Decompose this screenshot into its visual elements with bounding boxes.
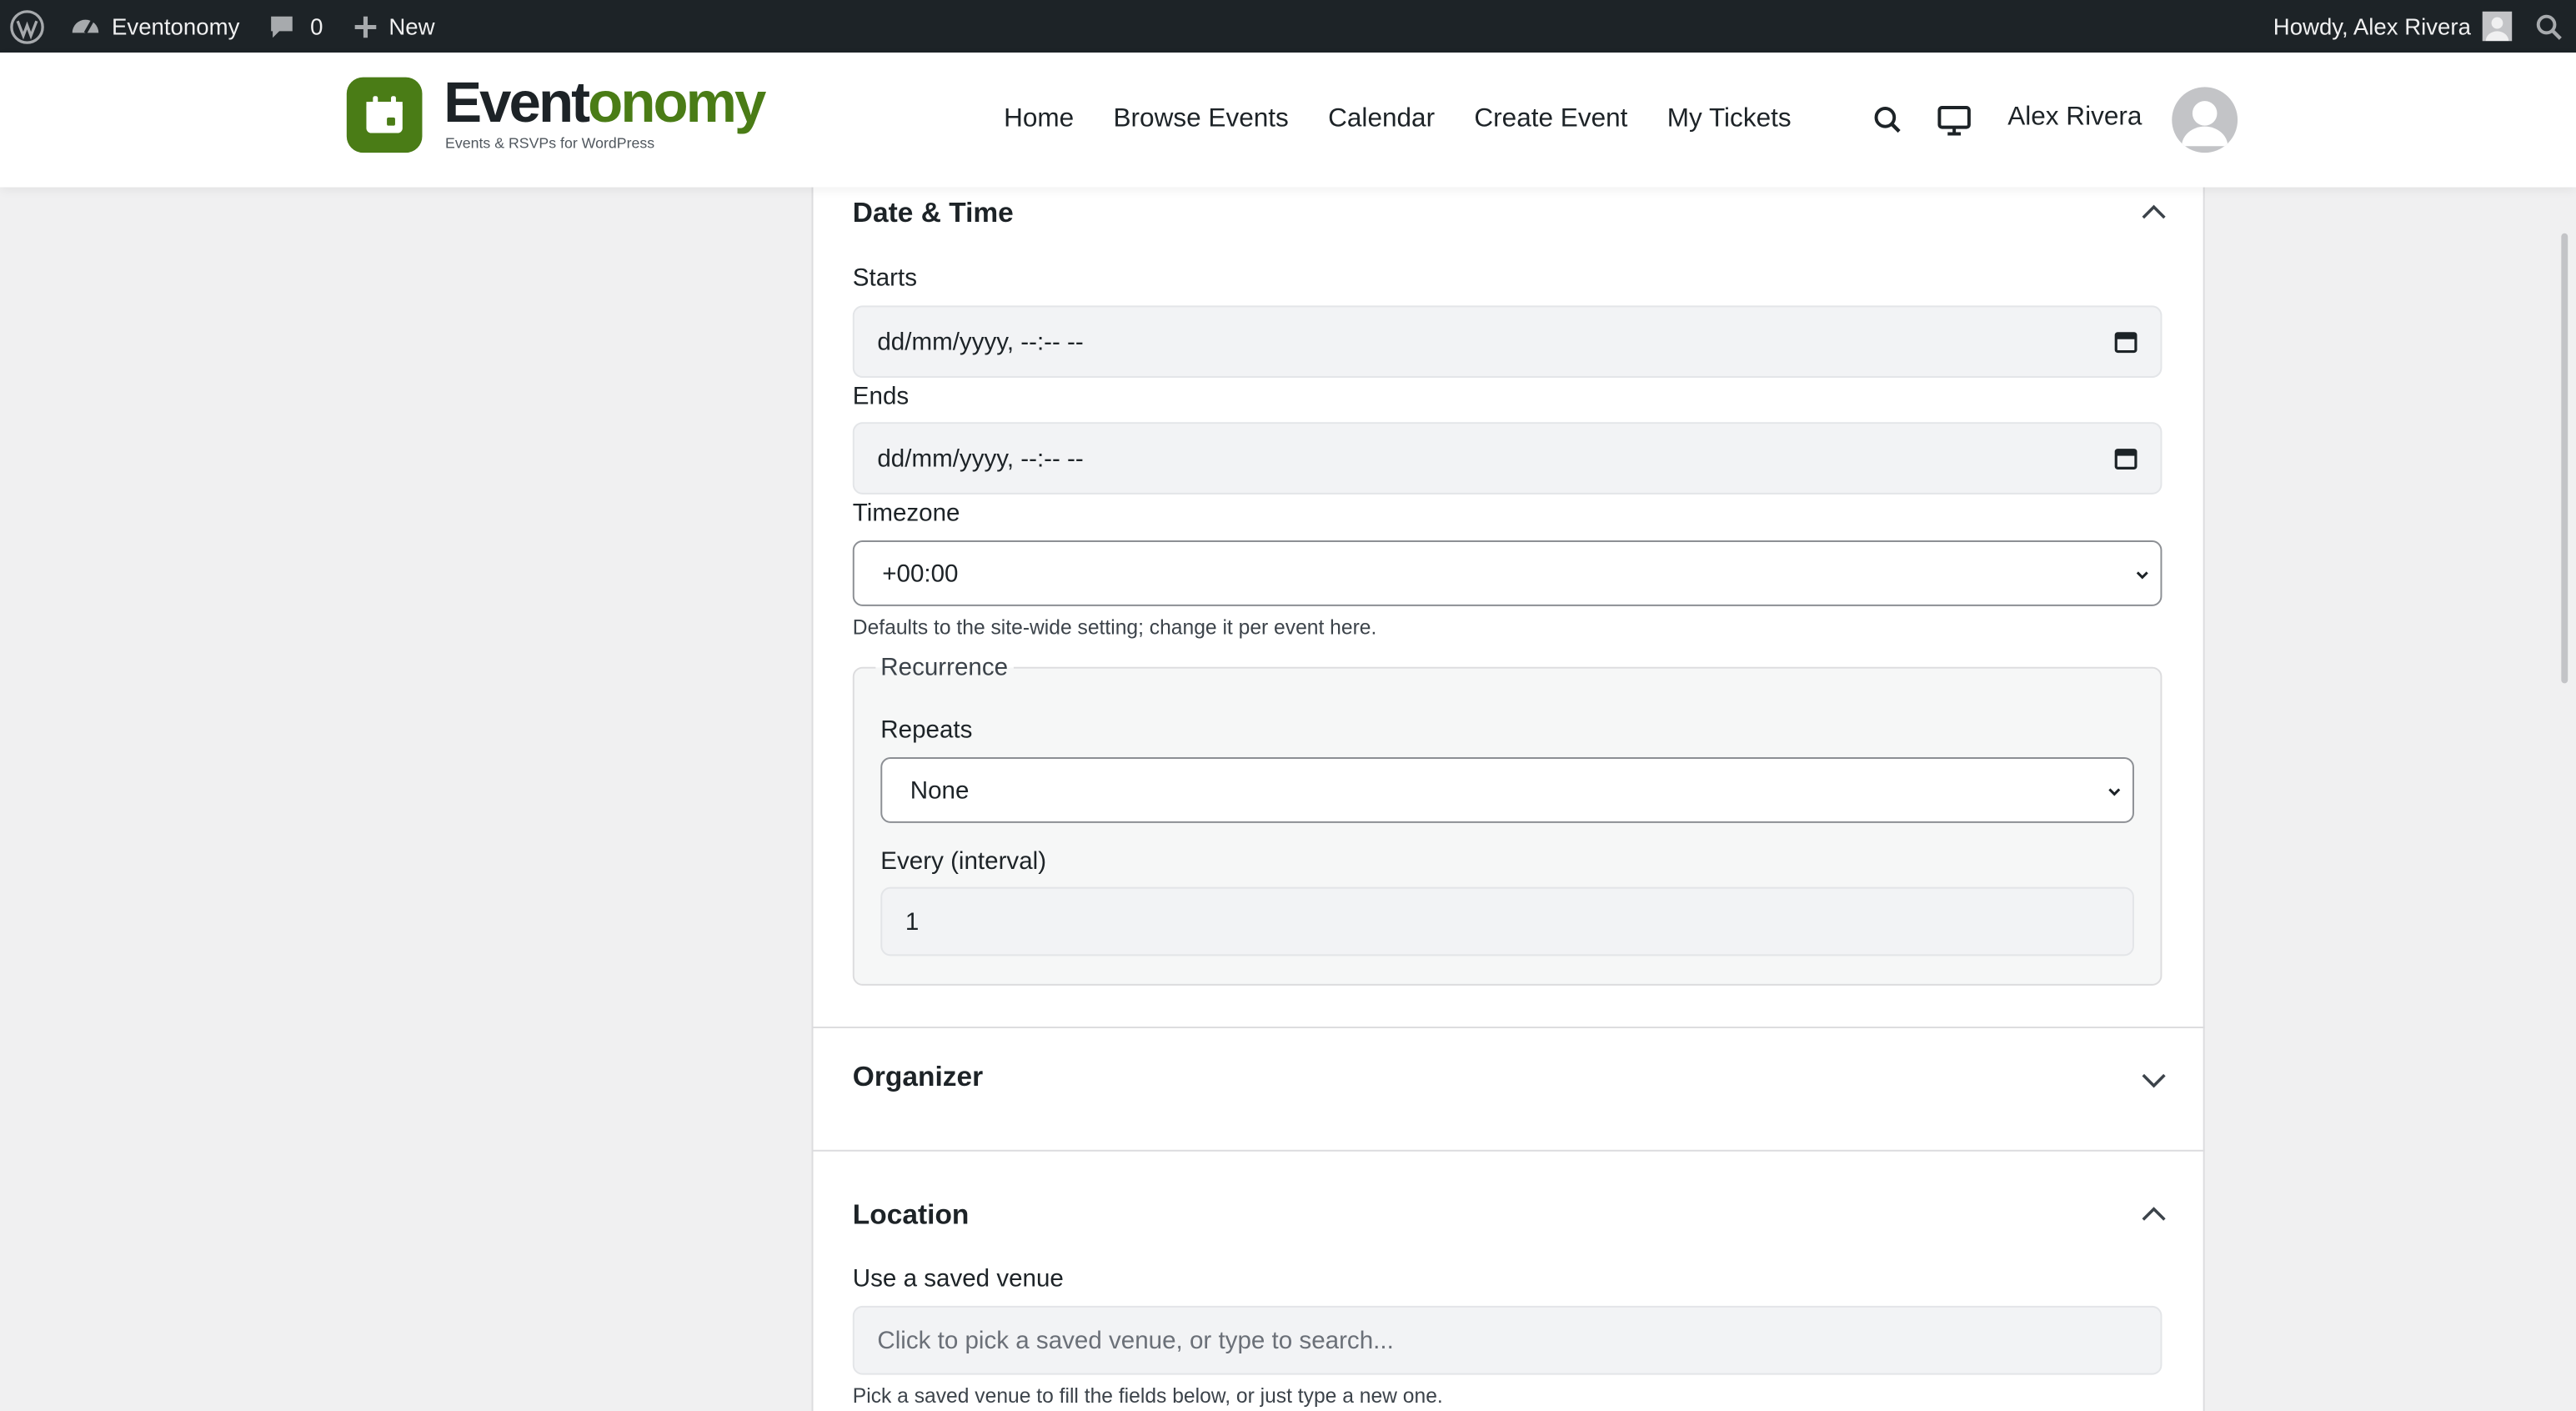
- saved-venue-label: Use a saved venue: [852, 1264, 1064, 1293]
- saved-venue-placeholder: Click to pick a saved venue, or type to …: [877, 1326, 1394, 1355]
- search-icon[interactable]: [2535, 13, 2563, 40]
- chevron-down-icon: [2106, 781, 2122, 808]
- site-name-link[interactable]: Eventonomy: [71, 0, 240, 53]
- starts-value: dd/mm/yyyy, --:-- --: [877, 327, 1084, 356]
- timezone-label: Timezone: [852, 499, 960, 528]
- calendar-picker-icon[interactable]: [2114, 447, 2137, 476]
- admin-avatar: [2482, 11, 2513, 42]
- date-time-section-title[interactable]: Date & Time: [853, 197, 1014, 229]
- saved-venue-help-text: Pick a saved venue to fill the fields be…: [852, 1384, 1443, 1408]
- logo-text-part1: Event: [444, 70, 590, 135]
- repeats-select[interactable]: None: [880, 757, 2134, 823]
- main-nav: Home Browse Events Calendar Create Event…: [1004, 53, 1831, 188]
- comment-icon: [269, 14, 294, 39]
- saved-venue-search-input[interactable]: Click to pick a saved venue, or type to …: [852, 1305, 2163, 1375]
- starts-datetime-input[interactable]: dd/mm/yyyy, --:-- --: [852, 305, 2163, 379]
- nav-create-event[interactable]: Create Event: [1474, 105, 1627, 134]
- nav-my-tickets[interactable]: My Tickets: [1667, 105, 1792, 134]
- starts-label: Starts: [852, 264, 918, 293]
- new-content-link[interactable]: New: [353, 0, 435, 53]
- chevron-up-icon[interactable]: [2141, 198, 2168, 228]
- interval-value: 1: [905, 907, 920, 936]
- calendar-picker-icon[interactable]: [2114, 330, 2137, 359]
- logo-text-part2: onomy: [588, 70, 766, 135]
- comments-link[interactable]: 0: [269, 0, 323, 53]
- dashboard-icon: [71, 13, 100, 40]
- organizer-section-title[interactable]: Organizer: [853, 1061, 983, 1093]
- section-divider: [811, 1027, 2205, 1029]
- chevron-down-icon[interactable]: [2141, 1067, 2168, 1097]
- repeats-label: Repeats: [880, 716, 973, 745]
- nav-calendar[interactable]: Calendar: [1328, 105, 1435, 134]
- ends-label: Ends: [852, 382, 910, 411]
- interval-label: Every (interval): [880, 847, 1047, 876]
- chevron-up-icon[interactable]: [2141, 1201, 2168, 1230]
- new-label: New: [388, 13, 435, 40]
- user-avatar[interactable]: [2172, 87, 2238, 153]
- location-section-title[interactable]: Location: [853, 1199, 970, 1232]
- header-search-icon[interactable]: [1873, 105, 1902, 143]
- page-canvas: Eventonomy 0 New Howdy, Alex Rivera Even…: [0, 0, 2576, 1411]
- ends-datetime-input[interactable]: dd/mm/yyyy, --:-- --: [852, 422, 2163, 495]
- repeats-value: None: [910, 776, 970, 805]
- calendar-logo-icon[interactable]: [346, 77, 423, 153]
- timezone-select[interactable]: +00:00: [852, 540, 2163, 606]
- recurrence-legend: Recurrence: [875, 653, 1014, 682]
- comments-count: 0: [310, 13, 323, 40]
- site-logo-text[interactable]: Eventonomy: [444, 70, 766, 135]
- ends-value: dd/mm/yyyy, --:-- --: [877, 444, 1084, 473]
- monitor-icon[interactable]: [1937, 105, 1971, 144]
- page-scrollbar[interactable]: [2561, 233, 2568, 684]
- site-tagline: Events & RSVPs for WordPress: [445, 134, 655, 152]
- site-name-text: Eventonomy: [112, 13, 240, 40]
- site-header: Eventonomy Events & RSVPs for WordPress …: [0, 53, 2576, 188]
- wp-admin-bar: Eventonomy 0 New Howdy, Alex Rivera: [0, 0, 2576, 53]
- nav-browse-events[interactable]: Browse Events: [1114, 105, 1289, 134]
- plus-icon: [353, 14, 378, 39]
- my-account-link[interactable]: Howdy, Alex Rivera: [2273, 0, 2513, 53]
- chevron-down-icon: [2134, 564, 2151, 591]
- header-user-name[interactable]: Alex Rivera: [2007, 103, 2142, 133]
- timezone-help-text: Defaults to the site-wide setting; chang…: [852, 615, 1377, 640]
- wordpress-logo-icon[interactable]: [10, 9, 44, 43]
- howdy-text: Howdy, Alex Rivera: [2273, 13, 2471, 40]
- timezone-value: +00:00: [882, 559, 959, 588]
- section-divider: [811, 1149, 2205, 1152]
- interval-input[interactable]: 1: [880, 886, 2134, 957]
- nav-home[interactable]: Home: [1004, 105, 1074, 134]
